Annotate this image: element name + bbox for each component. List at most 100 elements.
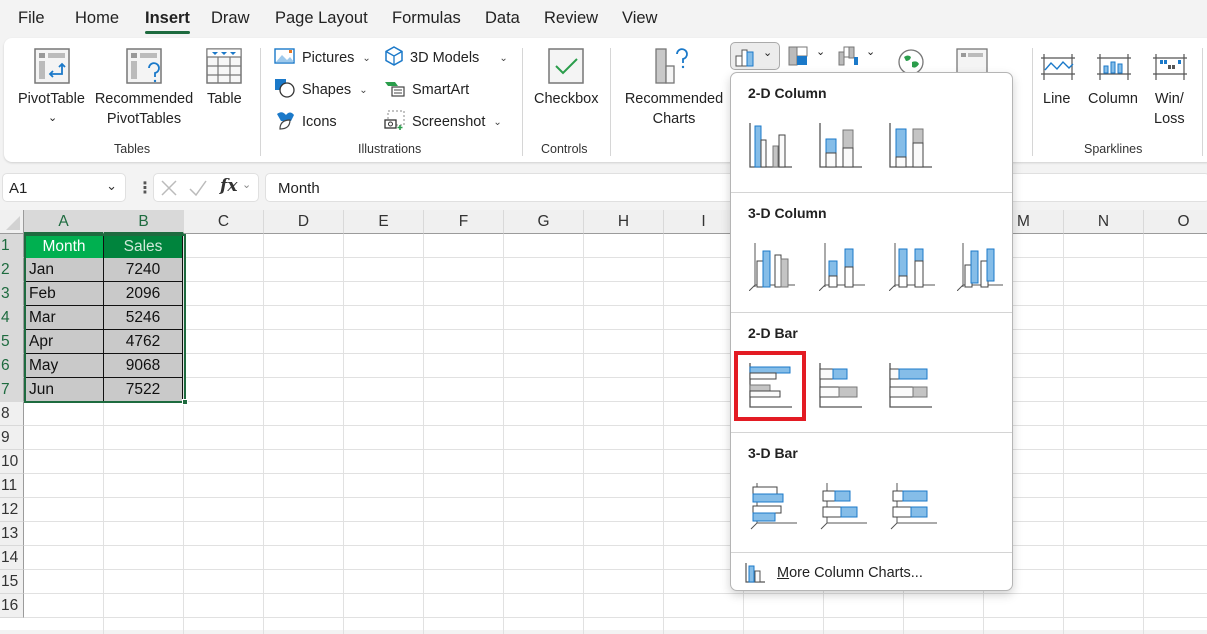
tab-data[interactable]: Data xyxy=(485,9,520,28)
column-header-o[interactable]: O xyxy=(1144,210,1207,234)
table-button[interactable]: Table xyxy=(207,89,242,109)
row-header-16[interactable]: 16 xyxy=(0,594,24,618)
fill-handle[interactable] xyxy=(182,399,188,405)
cell-month[interactable]: Feb xyxy=(25,282,104,306)
3d-models-label: 3D Models xyxy=(410,50,480,66)
cell-month[interactable]: May xyxy=(25,354,104,378)
cell-sales[interactable]: 2096 xyxy=(104,282,183,306)
chevron-down-icon[interactable]: ⌄ xyxy=(242,178,251,191)
column-header-a[interactable]: A xyxy=(24,210,104,234)
chart-option-3d-stacked-column[interactable] xyxy=(811,237,867,293)
chart-option-clustered-bar[interactable] xyxy=(741,357,797,413)
sparkline-column-button[interactable]: Column xyxy=(1088,89,1138,109)
row-header-1[interactable]: 1 xyxy=(0,234,24,258)
row-header-9[interactable]: 9 xyxy=(0,426,24,450)
gridline xyxy=(24,329,1207,330)
group-divider xyxy=(260,48,261,156)
checkbox-button[interactable]: Checkbox xyxy=(534,89,598,109)
insert-waterfall-chart-button[interactable]: ⌄ xyxy=(838,46,878,68)
pictures-button[interactable]: Pictures ⌄ xyxy=(274,46,371,70)
chart-option-stacked-bar[interactable] xyxy=(811,357,867,413)
row-header-13[interactable]: 13 xyxy=(0,522,24,546)
column-header-b[interactable]: B xyxy=(104,210,184,234)
cell-sales[interactable]: 7522 xyxy=(104,378,183,402)
row-header-5[interactable]: 5 xyxy=(0,330,24,354)
sparkline-winloss-button[interactable]: Win/ Loss xyxy=(1154,89,1185,129)
chevron-down-icon[interactable]: ⌄ xyxy=(106,178,117,194)
column-header-c[interactable]: C xyxy=(184,210,264,234)
cell-sales[interactable]: 9068 xyxy=(104,354,183,378)
column-header-h[interactable]: H xyxy=(584,210,664,234)
cancel-icon[interactable] xyxy=(160,179,178,197)
cell-a1-header-month[interactable]: Month xyxy=(25,235,104,259)
row-header-8[interactable]: 8 xyxy=(0,402,24,426)
row-header-3[interactable]: 3 xyxy=(0,282,24,306)
enter-check-icon[interactable] xyxy=(188,179,208,197)
chart-option-100-stacked-bar[interactable] xyxy=(881,357,937,413)
select-all-button[interactable] xyxy=(0,210,24,234)
3d-models-button[interactable]: 3D Models ⌄ xyxy=(384,46,508,70)
gridline xyxy=(24,401,1207,402)
cell-month[interactable]: Jan xyxy=(25,258,104,282)
cell-sales[interactable]: 4762 xyxy=(104,330,183,354)
tab-draw[interactable]: Draw xyxy=(211,9,250,28)
row-header-10[interactable]: 10 xyxy=(0,450,24,474)
chart-option-3d-stacked-bar[interactable] xyxy=(811,477,867,533)
tab-home[interactable]: Home xyxy=(75,9,119,28)
chart-option-3d-clustered-bar[interactable] xyxy=(741,477,797,533)
row-header-4[interactable]: 4 xyxy=(0,306,24,330)
cell-month[interactable]: Jun xyxy=(25,378,104,402)
row-header-7[interactable]: 7 xyxy=(0,378,24,402)
cell-sales[interactable]: 5246 xyxy=(104,306,183,330)
chart-option-100-stacked-column[interactable] xyxy=(881,117,937,173)
more-options-icon[interactable]: ⋮ xyxy=(137,178,153,198)
chart-option-3d-100-stacked-bar[interactable] xyxy=(881,477,937,533)
smartart-button[interactable]: SmartArt xyxy=(384,78,469,102)
row-header-15[interactable]: 15 xyxy=(0,570,24,594)
column-header-e[interactable]: E xyxy=(344,210,424,234)
chart-option-clustered-column[interactable] xyxy=(741,117,797,173)
row-header-11[interactable]: 11 xyxy=(0,474,24,498)
tables-group-label: Tables xyxy=(114,142,151,156)
tab-page-layout[interactable]: Page Layout xyxy=(275,9,368,28)
pictures-label: Pictures xyxy=(302,50,355,66)
pivotchart-icon[interactable] xyxy=(956,48,994,76)
chart-option-3d-column[interactable] xyxy=(949,237,1005,293)
name-box[interactable]: A1 ⌄ xyxy=(2,173,126,202)
tab-view[interactable]: View xyxy=(622,9,657,28)
row-header-12[interactable]: 12 xyxy=(0,498,24,522)
tab-formulas[interactable]: Formulas xyxy=(392,9,461,28)
icons-button[interactable]: Icons xyxy=(274,110,337,134)
sparkline-line-button[interactable]: Line xyxy=(1043,89,1070,109)
shapes-button[interactable]: Shapes ⌄ xyxy=(274,78,368,102)
tab-insert[interactable]: Insert xyxy=(145,9,190,34)
cell-month[interactable]: Apr xyxy=(25,330,104,354)
column-header-n[interactable]: N xyxy=(1064,210,1144,234)
chart-option-stacked-column[interactable] xyxy=(811,117,867,173)
cell-sales[interactable]: 7240 xyxy=(104,258,183,282)
cell-b1-header-sales[interactable]: Sales xyxy=(104,235,183,259)
chart-option-3d-clustered-column[interactable] xyxy=(741,237,797,293)
cell-month[interactable]: Mar xyxy=(25,306,104,330)
insert-hierarchy-chart-button[interactable]: ⌄ xyxy=(788,46,828,68)
more-column-charts-link[interactable]: More Column Charts... xyxy=(745,563,923,583)
formula-input-value: Month xyxy=(278,180,320,197)
insert-function-icon[interactable]: fx xyxy=(220,176,237,196)
tab-review[interactable]: Review xyxy=(544,9,598,28)
screenshot-button[interactable]: Screenshot ⌄ xyxy=(384,110,502,134)
recommended-pivottables-button[interactable]: Recommended PivotTables xyxy=(92,89,196,129)
row-header-2[interactable]: 2 xyxy=(0,258,24,282)
column-header-f[interactable]: F xyxy=(424,210,504,234)
insert-column-bar-chart-button[interactable]: ⌄ xyxy=(730,42,780,70)
column-header-g[interactable]: G xyxy=(504,210,584,234)
recommended-charts-button[interactable]: Recommended Charts xyxy=(622,89,726,129)
pivottable-chevron-icon[interactable]: ⌄ xyxy=(48,108,57,128)
column-header-d[interactable]: D xyxy=(264,210,344,234)
row-header-14[interactable]: 14 xyxy=(0,546,24,570)
row-header-6[interactable]: 6 xyxy=(0,354,24,378)
chart-option-3d-100-stacked-column[interactable] xyxy=(881,237,937,293)
tab-file[interactable]: File xyxy=(18,9,45,28)
pivottable-button[interactable]: PivotTable xyxy=(18,89,85,109)
maps-icon[interactable] xyxy=(896,48,926,75)
gridline xyxy=(24,353,1207,354)
